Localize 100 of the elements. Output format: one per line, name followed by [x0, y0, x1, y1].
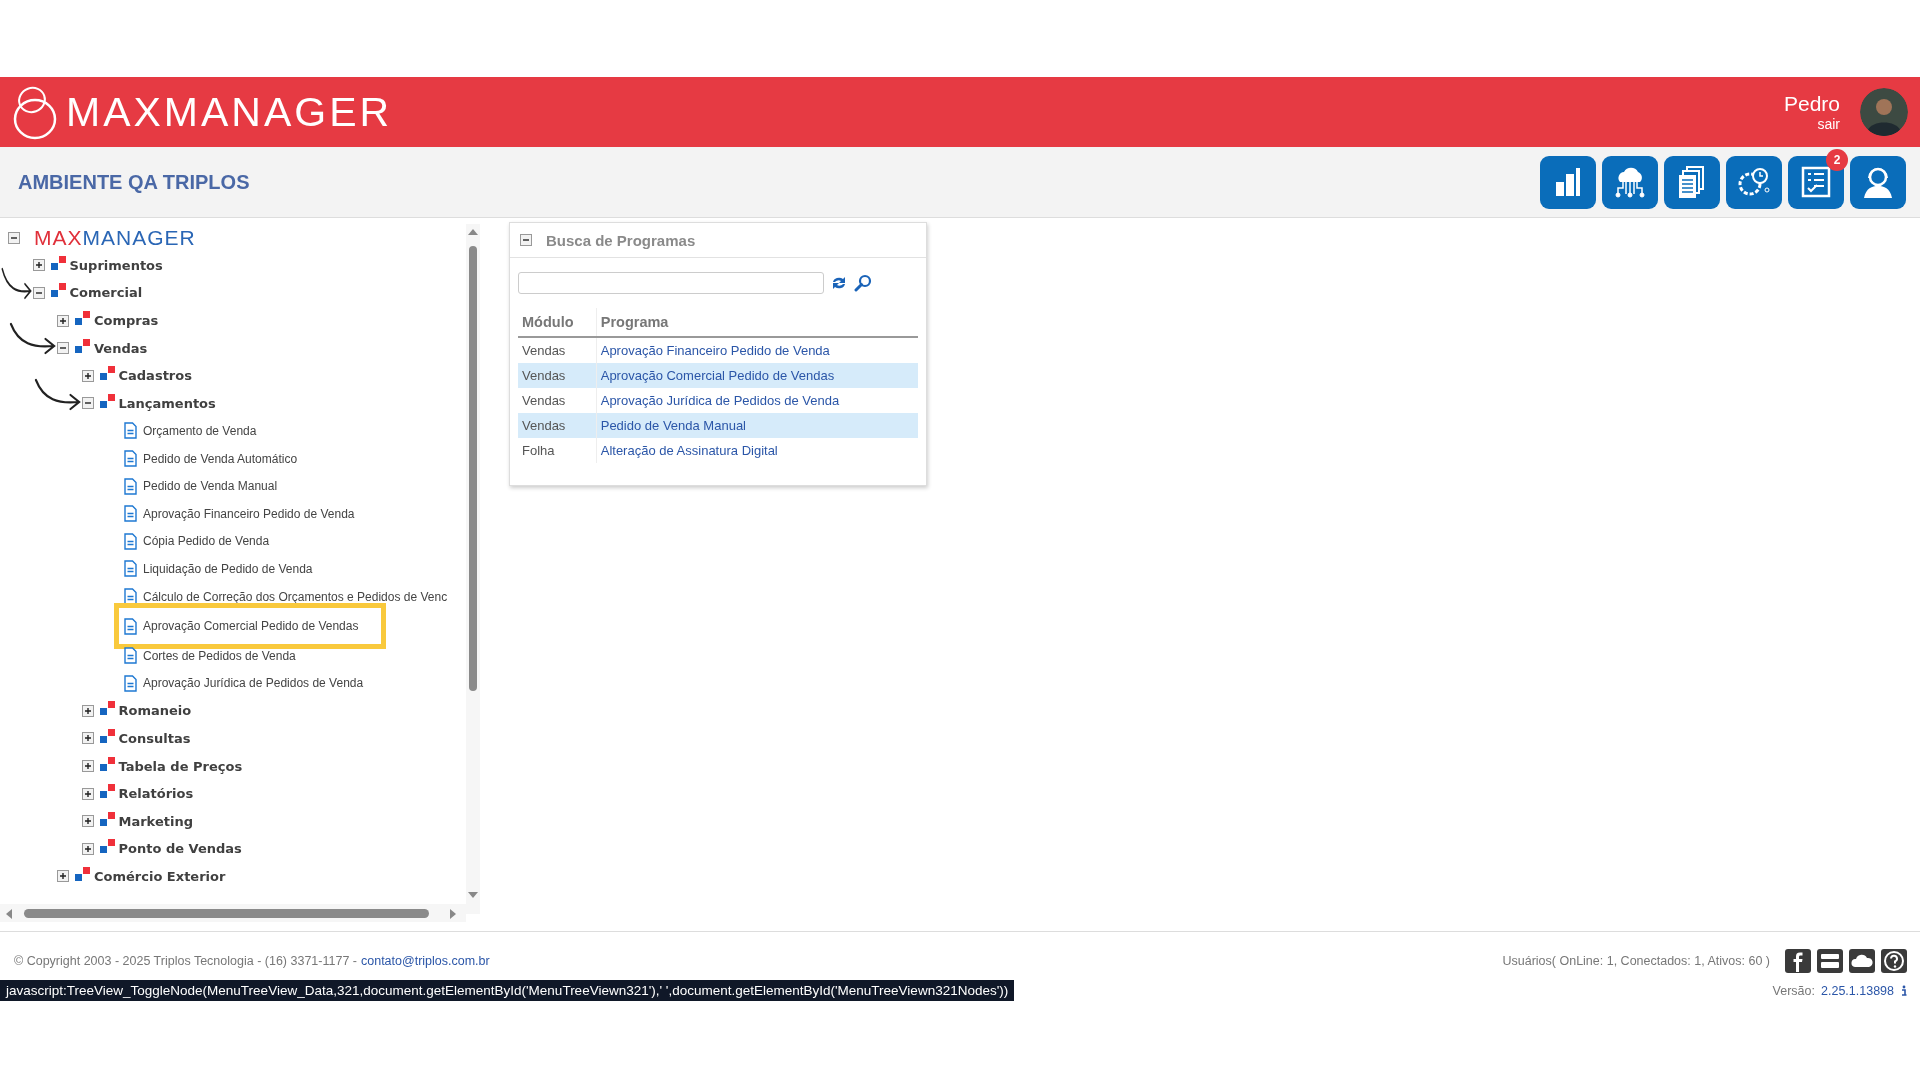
- info-icon[interactable]: [1900, 984, 1908, 997]
- expand-icon[interactable]: [57, 870, 69, 883]
- tree-item[interactable]: Relatórios: [118, 786, 194, 802]
- expand-icon[interactable]: [81, 842, 94, 855]
- tree-item[interactable]: Aprovação Comercial Pedido de Vendas: [143, 619, 359, 634]
- document-icon: [124, 477, 137, 495]
- avatar[interactable]: [1860, 88, 1908, 136]
- tree-item[interactable]: Pedido de Venda Automático: [143, 451, 298, 466]
- social-button[interactable]: [1784, 948, 1812, 974]
- notification-badge: 2: [1826, 148, 1848, 171]
- folder-squares-icon: [99, 756, 115, 772]
- tree-item[interactable]: Cópia Pedido de Venda: [143, 534, 270, 549]
- tree-item[interactable]: Ponto de Vendas: [118, 841, 242, 857]
- tree-item[interactable]: Tabela de Preços: [118, 758, 243, 774]
- search-field[interactable]: [518, 272, 824, 294]
- scroll-up-icon[interactable]: [467, 227, 479, 237]
- expand-icon[interactable]: [81, 787, 94, 800]
- scroll-down-icon[interactable]: [467, 890, 479, 900]
- document-icon: [124, 422, 137, 440]
- scroll-left-icon[interactable]: [4, 908, 14, 920]
- tree-item[interactable]: Orçamento de Venda: [143, 423, 257, 438]
- document-icon: [124, 647, 137, 665]
- tree-item[interactable]: Consultas: [118, 731, 191, 746]
- tree-item[interactable]: Comércio Exterior: [94, 868, 226, 884]
- tree-item[interactable]: Cálculo de Correção dos Orçamentos e Pedidos de Venc: [143, 589, 448, 604]
- tree-item[interactable]: Cortes de Pedidos de Venda: [143, 648, 296, 663]
- column-header: Módulo: [518, 308, 597, 337]
- document-icon: [124, 617, 137, 635]
- toolbar-button[interactable]: [1788, 155, 1844, 209]
- expand-icon[interactable]: [81, 704, 94, 717]
- tree-item[interactable]: Romaneio: [118, 703, 192, 719]
- toolbar-button[interactable]: [1726, 155, 1782, 209]
- vertical-scrollbar[interactable]: [466, 224, 480, 914]
- environment-title: AMBIENTE QA TRIPLOS: [18, 170, 250, 194]
- document-icon: [124, 588, 137, 605]
- collapse-icon[interactable]: [520, 234, 532, 246]
- users-status: Usuários( OnLine: 1, Conectados: 1, Ativos: 60 ): [1502, 954, 1770, 968]
- program-link[interactable]: Aprovação Comercial Pedido de Vendas: [596, 363, 918, 388]
- help-icon: [1880, 948, 1908, 974]
- tree-item[interactable]: Pedido de Venda Manual: [143, 479, 278, 494]
- folder-squares-icon: [99, 729, 115, 744]
- search-icon[interactable]: [854, 274, 872, 292]
- tree-item[interactable]: Suprimentos: [69, 257, 163, 273]
- email-link[interactable]: contato@triplos.com.br: [361, 954, 490, 968]
- logout-link[interactable]: sair: [1817, 116, 1840, 132]
- document-icon: [124, 505, 137, 523]
- expand-icon[interactable]: [32, 259, 45, 272]
- tree-item[interactable]: Comercial: [69, 285, 143, 301]
- tree-item[interactable]: Vendas: [94, 340, 148, 356]
- expand-icon[interactable]: [81, 369, 94, 382]
- facebook-icon: [1784, 948, 1812, 974]
- tree-item[interactable]: Liquidação de Pedido de Venda: [143, 561, 313, 576]
- tree-item[interactable]: Compras: [94, 313, 159, 329]
- folder-squares-icon: [75, 866, 90, 882]
- folder-squares-icon: [99, 393, 115, 409]
- toolbar-button[interactable]: [1540, 155, 1596, 209]
- toolbar-button[interactable]: [1664, 155, 1720, 209]
- folder-squares-icon: [50, 255, 66, 271]
- expand-icon[interactable]: [81, 815, 94, 828]
- program-link[interactable]: Alteração de Assinatura Digital: [596, 438, 918, 463]
- document-icon: [124, 674, 137, 692]
- toolbar-button[interactable]: [1602, 155, 1658, 209]
- folder-squares-icon: [99, 701, 115, 717]
- collapse-icon[interactable]: [57, 342, 69, 355]
- expand-icon[interactable]: [81, 732, 94, 745]
- toolbar-button[interactable]: [1850, 155, 1906, 209]
- horizontal-scrollbar[interactable]: [0, 904, 466, 922]
- tree-logo[interactable]: MAXMANAGER: [34, 225, 196, 250]
- brand-name: MAXMANAGER: [66, 91, 393, 133]
- expand-icon[interactable]: [81, 760, 94, 773]
- folder-squares-icon: [99, 784, 115, 800]
- table-cell: Vendas: [518, 388, 597, 413]
- folder-squares-icon: [99, 811, 115, 827]
- version-number[interactable]: 2.25.1.13898: [1821, 983, 1894, 998]
- program-link[interactable]: Pedido de Venda Manual: [596, 413, 918, 438]
- column-header: Programa: [596, 308, 918, 337]
- copyright-text: © Copyright 2003 - 2025 Triplos Tecnologia - (16) 3371-1177 - contato@triplos.com.br: [14, 954, 490, 968]
- collapse-icon[interactable]: [81, 397, 94, 410]
- tree-item[interactable]: Aprovação Jurídica de Pedidos de Venda: [143, 676, 364, 691]
- user-name: Pedro: [1783, 92, 1840, 116]
- collapse-icon[interactable]: [32, 287, 45, 299]
- scroll-right-icon[interactable]: [448, 908, 458, 920]
- folder-squares-icon: [75, 338, 90, 354]
- folder-squares-icon: [99, 366, 115, 382]
- collapse-icon[interactable]: [8, 231, 20, 244]
- social-button[interactable]: [1880, 948, 1908, 974]
- status-tooltip: javascript:TreeView_ToggleNode(MenuTreeView_Data,321,document.getElementById('MenuTreeViewn321'),' ',document.getElementById('MenuTreeViewn321Nodes')): [0, 980, 1015, 1001]
- document-icon: [124, 560, 137, 578]
- folder-squares-icon: [50, 283, 66, 299]
- table-cell: Vendas: [518, 363, 597, 388]
- expand-icon[interactable]: [57, 314, 69, 327]
- version-label: Versão:: [1772, 983, 1815, 998]
- tree-item[interactable]: Lançamentos: [118, 395, 216, 411]
- social-button[interactable]: [1848, 948, 1876, 974]
- folder-squares-icon: [99, 839, 115, 855]
- tree-item[interactable]: Cadastros: [118, 368, 192, 384]
- document-icon: [124, 532, 137, 550]
- cloud-icon: [1848, 948, 1876, 974]
- tree-item[interactable]: Aprovação Financeiro Pedido de Venda: [143, 506, 355, 521]
- tree-item[interactable]: Marketing: [118, 813, 193, 829]
